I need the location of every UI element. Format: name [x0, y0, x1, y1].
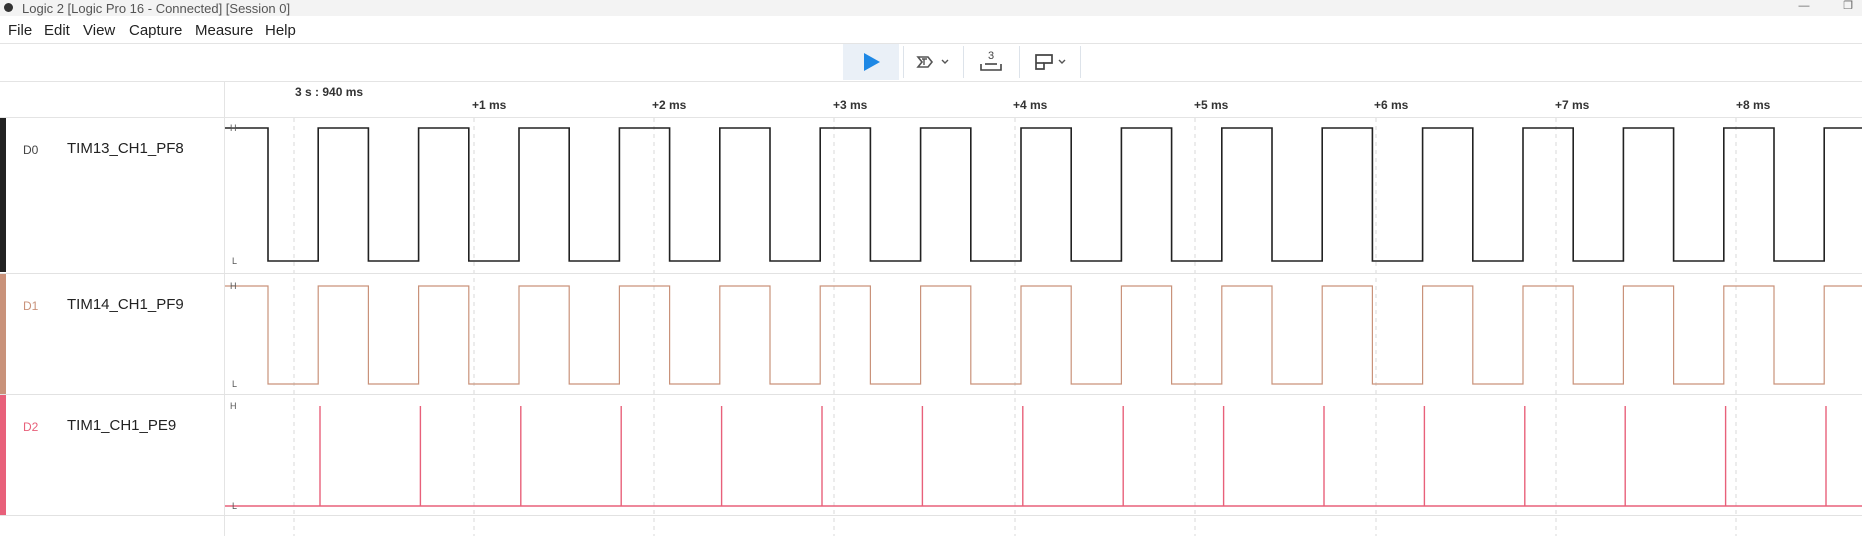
level-high-label: H [230, 123, 237, 133]
channel-name[interactable]: TIM1_CH1_PE9 [67, 417, 176, 434]
channel-d2-waveform [224, 406, 1862, 507]
waveform-area[interactable]: H L H L H L [0, 0, 1862, 536]
channel-id: D2 [23, 420, 39, 434]
channel-color-bar [0, 274, 6, 394]
row-separator [0, 515, 1862, 516]
channel-row-d0[interactable]: D0 TIM13_CH1_PF8 [0, 118, 224, 272]
channel-d1-waveform [224, 285, 1862, 385]
channel-name[interactable]: TIM13_CH1_PF8 [67, 140, 184, 157]
square-wave-d1 [224, 285, 1862, 385]
channel-d0-waveform [224, 127, 1862, 262]
time-gridlines [293, 118, 1737, 536]
level-high-label: H [230, 401, 237, 411]
channel-row-d1[interactable]: D1 TIM14_CH1_PF9 [0, 274, 224, 394]
square-wave-d0 [224, 127, 1862, 262]
row-separator [0, 273, 1862, 274]
channel-id: D1 [23, 299, 39, 313]
level-labels: H L H L H L [230, 123, 237, 511]
channel-color-bar [0, 118, 6, 272]
panel-divider [224, 82, 225, 536]
level-high-label: H [230, 281, 237, 291]
level-low-label: L [232, 379, 237, 389]
channel-id: D0 [23, 143, 39, 157]
channel-row-d2[interactable]: D2 TIM1_CH1_PE9 [0, 395, 224, 515]
level-low-label: L [232, 256, 237, 266]
channel-color-bar [0, 395, 6, 515]
level-low-label: L [232, 501, 237, 511]
channel-name[interactable]: TIM14_CH1_PF9 [67, 296, 184, 313]
row-separator [0, 394, 1862, 395]
